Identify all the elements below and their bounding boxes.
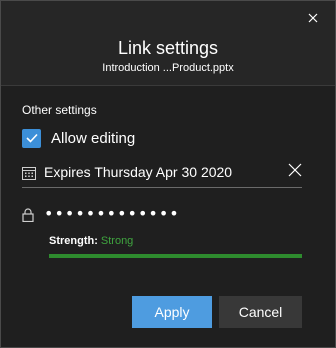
- password-strength: Strength: Strong: [49, 235, 133, 247]
- clear-date-icon[interactable]: [288, 163, 302, 177]
- link-settings-dialog: Link settings Introduction ...Product.pp…: [0, 0, 336, 348]
- strength-bar: [49, 254, 302, 258]
- strength-bar-fill: [49, 254, 302, 258]
- apply-button[interactable]: Apply: [132, 296, 212, 328]
- dialog-header: Link settings Introduction ...Product.pp…: [1, 1, 335, 86]
- password-row: [22, 201, 302, 227]
- allow-editing-checkbox[interactable]: [22, 128, 41, 148]
- expiry-date-field[interactable]: Expires Thursday Apr 30 2020: [22, 159, 302, 188]
- section-label: Other settings: [22, 103, 97, 117]
- calendar-icon: [22, 167, 36, 180]
- allow-editing-checkbox-row[interactable]: Allow editing: [22, 127, 135, 149]
- file-name: Introduction ...Product.pptx: [102, 62, 234, 74]
- strength-label: Strength:: [49, 235, 98, 247]
- dialog-title: Link settings: [117, 38, 219, 58]
- checkmark-icon: [25, 133, 38, 143]
- password-input[interactable]: [44, 202, 284, 224]
- strength-value: Strong: [100, 235, 134, 247]
- allow-editing-label: Allow editing: [51, 129, 136, 147]
- expiry-text: Expires Thursday Apr 30 2020: [44, 164, 233, 180]
- lock-icon: [22, 208, 34, 222]
- cancel-button[interactable]: Cancel: [219, 296, 302, 328]
- close-icon[interactable]: [305, 10, 321, 26]
